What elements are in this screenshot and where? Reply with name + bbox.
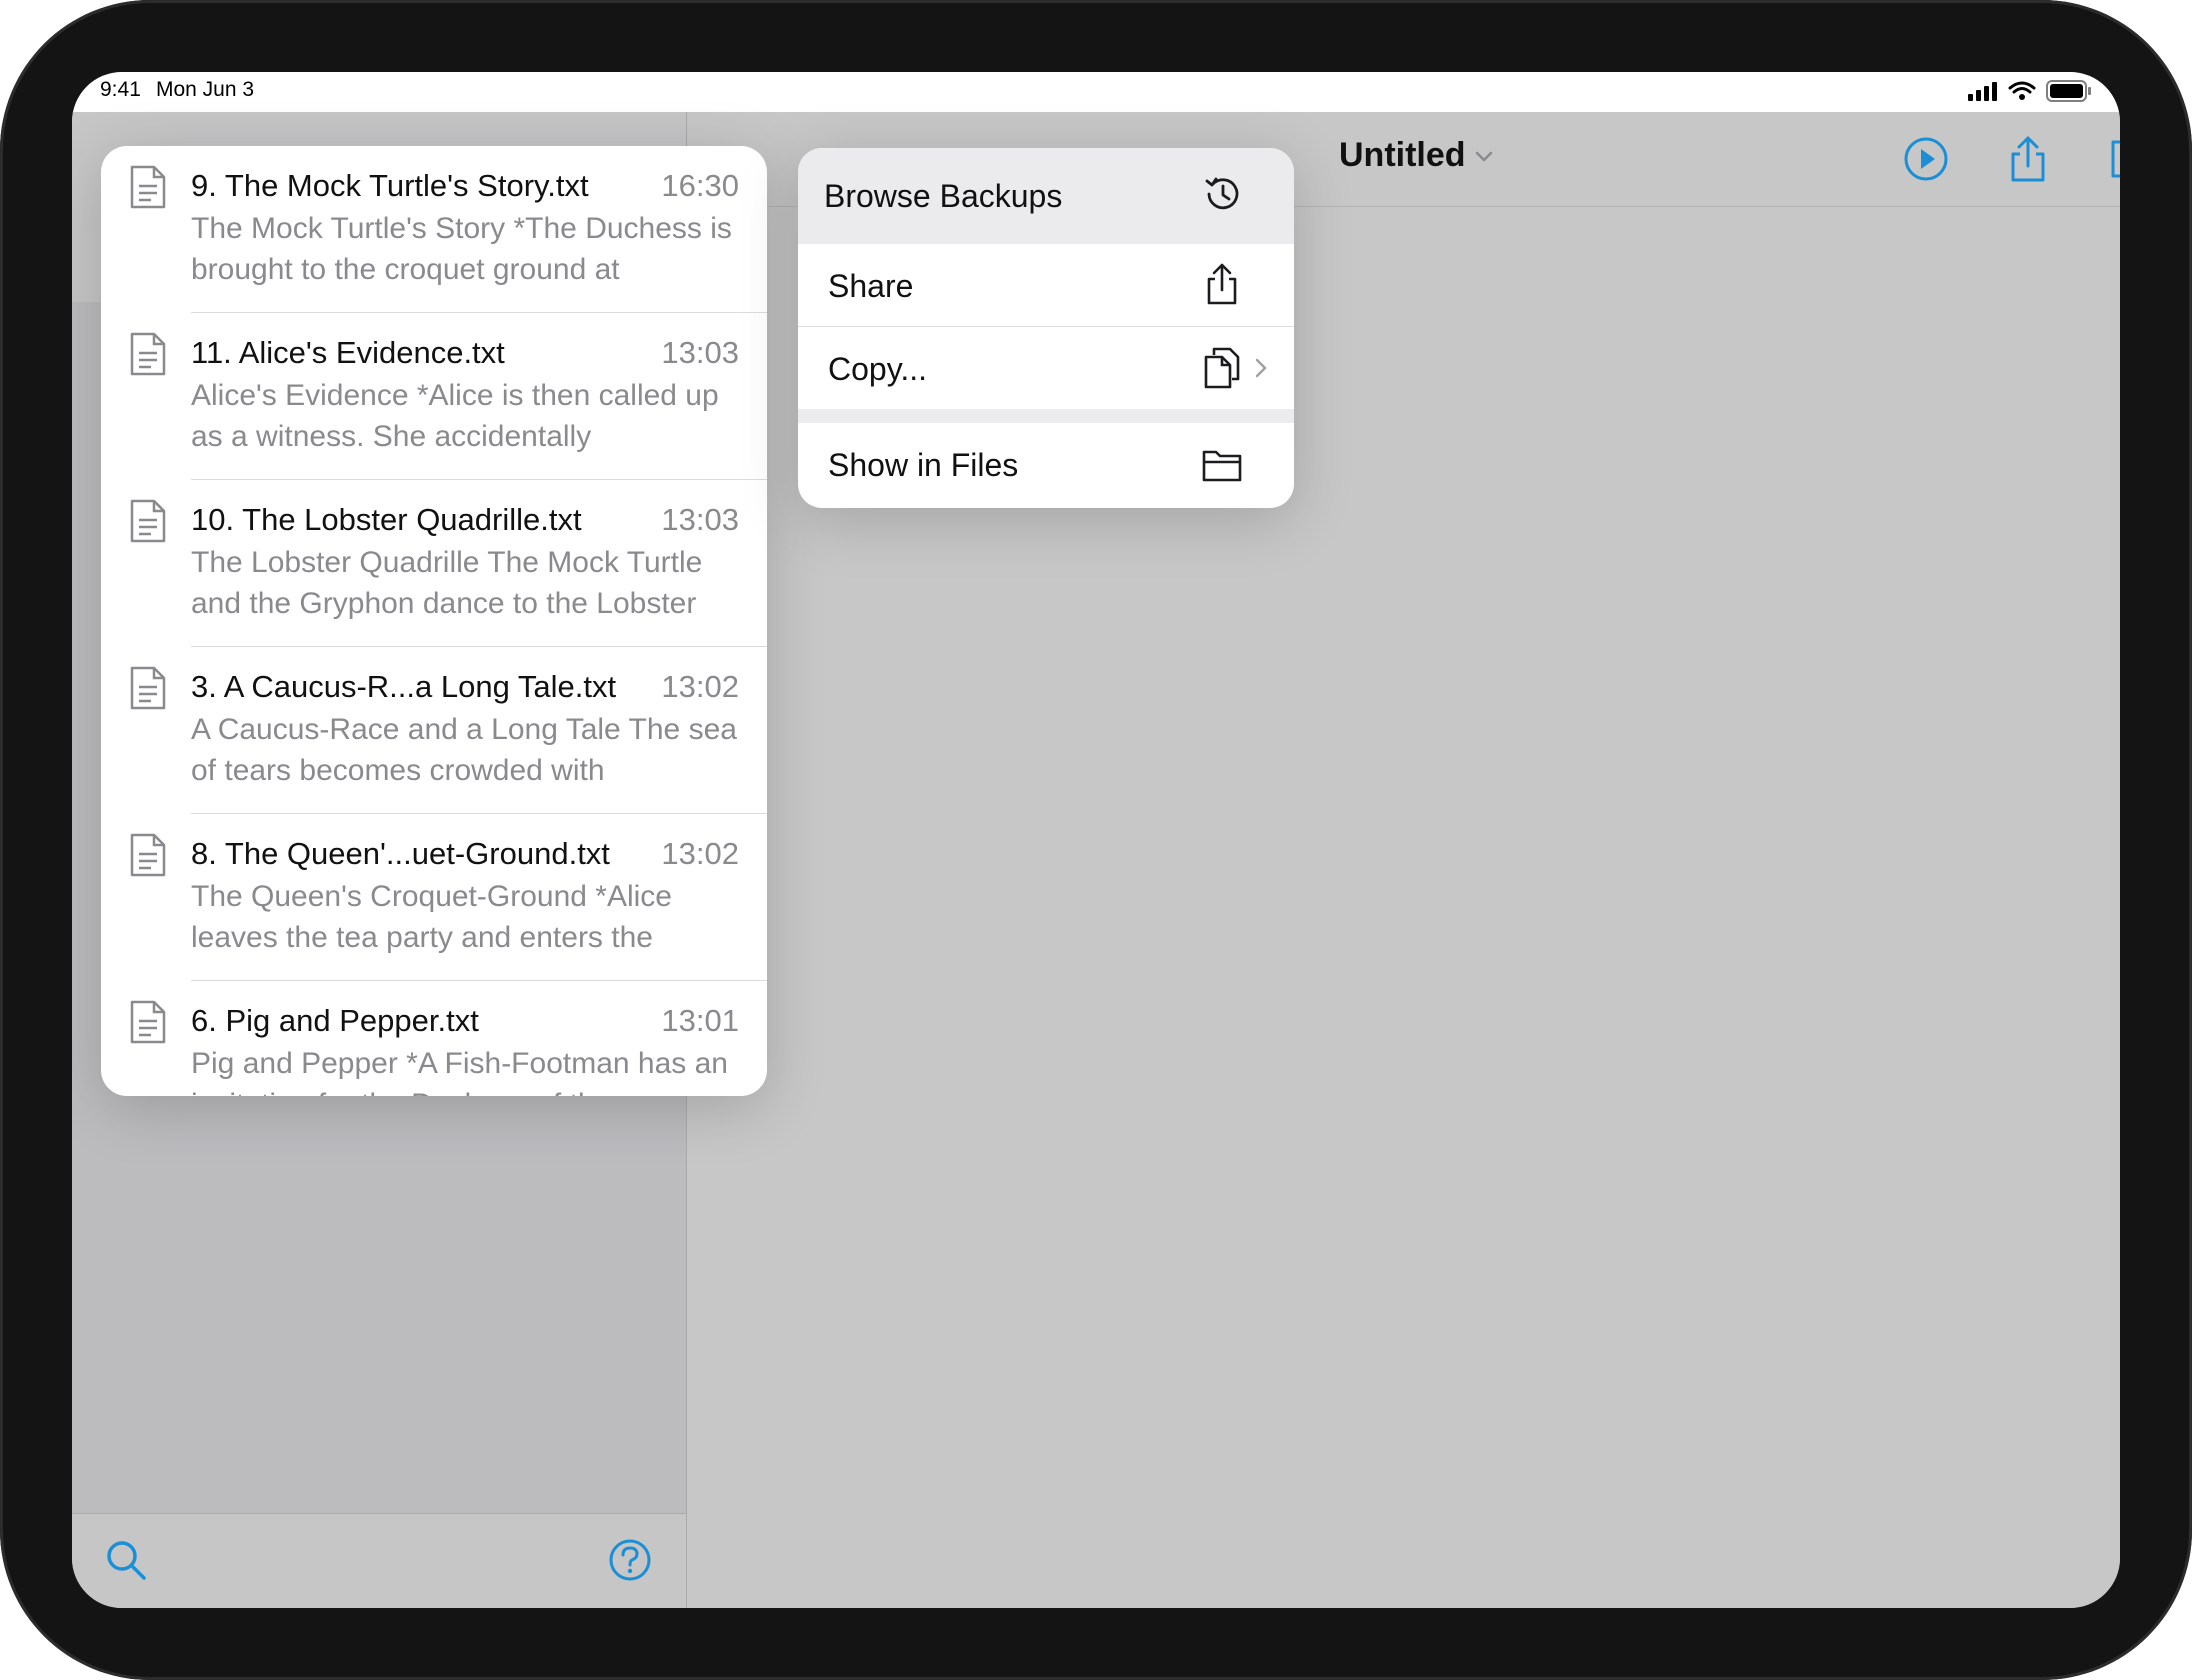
status-date: Mon Jun 3	[156, 78, 255, 101]
document-title-button[interactable]: Untitled	[1339, 136, 1494, 175]
folder-icon	[1202, 450, 1242, 482]
file-name: 10. The Lobster Quadrille.txt	[191, 502, 582, 537]
share-icon	[1207, 263, 1237, 305]
file-preview: The Queen's Croquet-Ground *Alice leaves…	[191, 880, 672, 954]
menu-label: Copy...	[828, 351, 927, 387]
status-bar: 9:41 Mon Jun 3	[72, 72, 2120, 112]
document-icon	[130, 666, 166, 710]
copy-documents-icon	[1204, 347, 1240, 389]
sidebar-toolbar	[72, 1513, 686, 1608]
wifi-icon	[2008, 81, 2036, 100]
chevron-down-icon	[1475, 151, 1492, 162]
file-time: 13:01	[661, 1003, 739, 1038]
file-item[interactable]: 11. Alice's Evidence.txt 13:03 Alice's E…	[101, 313, 767, 480]
file-time: 13:02	[661, 836, 739, 871]
file-preview: Alice's Evidence *Alice is then called u…	[191, 379, 719, 453]
file-list-popover: 9. The Mock Turtle's Story.txt 16:30 The…	[101, 146, 767, 1096]
cellular-icon	[1968, 82, 1997, 101]
document-icon	[130, 1000, 166, 1044]
document-icon	[130, 833, 166, 877]
document-icon	[130, 499, 166, 543]
battery-icon	[2046, 80, 2091, 102]
file-item[interactable]: 10. The Lobster Quadrille.txt 13:03 The …	[101, 480, 767, 647]
file-preview: The Mock Turtle's Story *The Duchess is …	[191, 212, 732, 286]
file-time: 16:30	[661, 168, 739, 203]
status-indicators	[1968, 80, 2092, 102]
context-menu: Browse Backups Share Copy... Show in Fil…	[798, 148, 1294, 508]
file-name: 3. A Caucus-R...a Long Tale.txt	[191, 669, 617, 704]
document-icon	[130, 165, 166, 209]
screen: 9:41 Mon Jun 3 Untitled 9. The Mock Turt…	[72, 72, 2120, 1608]
menu-item-share[interactable]: Share	[798, 244, 1294, 326]
file-item[interactable]: 9. The Mock Turtle's Story.txt 16:30 The…	[101, 146, 767, 313]
file-preview: The Lobster Quadrille The Mock Turtle an…	[191, 546, 703, 620]
menu-label: Share	[828, 268, 914, 304]
menu-item-browse-backups[interactable]: Browse Backups	[798, 148, 1294, 244]
file-name: 8. The Queen'...uet-Ground.txt	[191, 836, 610, 871]
menu-item-show-in-files[interactable]: Show in Files	[798, 423, 1294, 508]
menu-label: Show in Files	[828, 447, 1019, 483]
search-icon[interactable]	[102, 1536, 150, 1584]
help-icon[interactable]	[606, 1536, 654, 1584]
play-icon[interactable]	[1901, 134, 1951, 184]
file-name: 9. The Mock Turtle's Story.txt	[191, 168, 589, 203]
status-time: 9:41	[100, 78, 141, 101]
file-item[interactable]: 3. A Caucus-R...a Long Tale.txt 13:02 A …	[101, 647, 767, 814]
menu-label: Browse Backups	[824, 178, 1063, 214]
file-time: 13:03	[661, 502, 739, 537]
file-item[interactable]: 6. Pig and Pepper.txt 13:01 Pig and Pepp…	[101, 981, 767, 1096]
file-preview: Pig and Pepper *A Fish-Footman has an in…	[191, 1047, 728, 1096]
share-icon[interactable]	[2003, 134, 2053, 184]
document-title: Untitled	[1339, 136, 1466, 174]
menu-group-separator	[798, 409, 1294, 423]
submenu-chevron-icon	[1255, 358, 1267, 378]
menu-item-copy[interactable]: Copy...	[798, 327, 1294, 409]
file-name: 11. Alice's Evidence.txt	[191, 335, 505, 370]
file-time: 13:02	[661, 669, 739, 704]
compose-icon[interactable]	[2105, 134, 2120, 184]
file-time: 13:03	[661, 335, 739, 370]
document-icon	[130, 332, 166, 376]
file-item[interactable]: 8. The Queen'...uet-Ground.txt 13:02 The…	[101, 814, 767, 981]
clock-history-icon	[1205, 177, 1239, 210]
file-name: 6. Pig and Pepper.txt	[191, 1003, 479, 1038]
file-preview: A Caucus-Race and a Long Tale The sea of…	[191, 713, 737, 787]
